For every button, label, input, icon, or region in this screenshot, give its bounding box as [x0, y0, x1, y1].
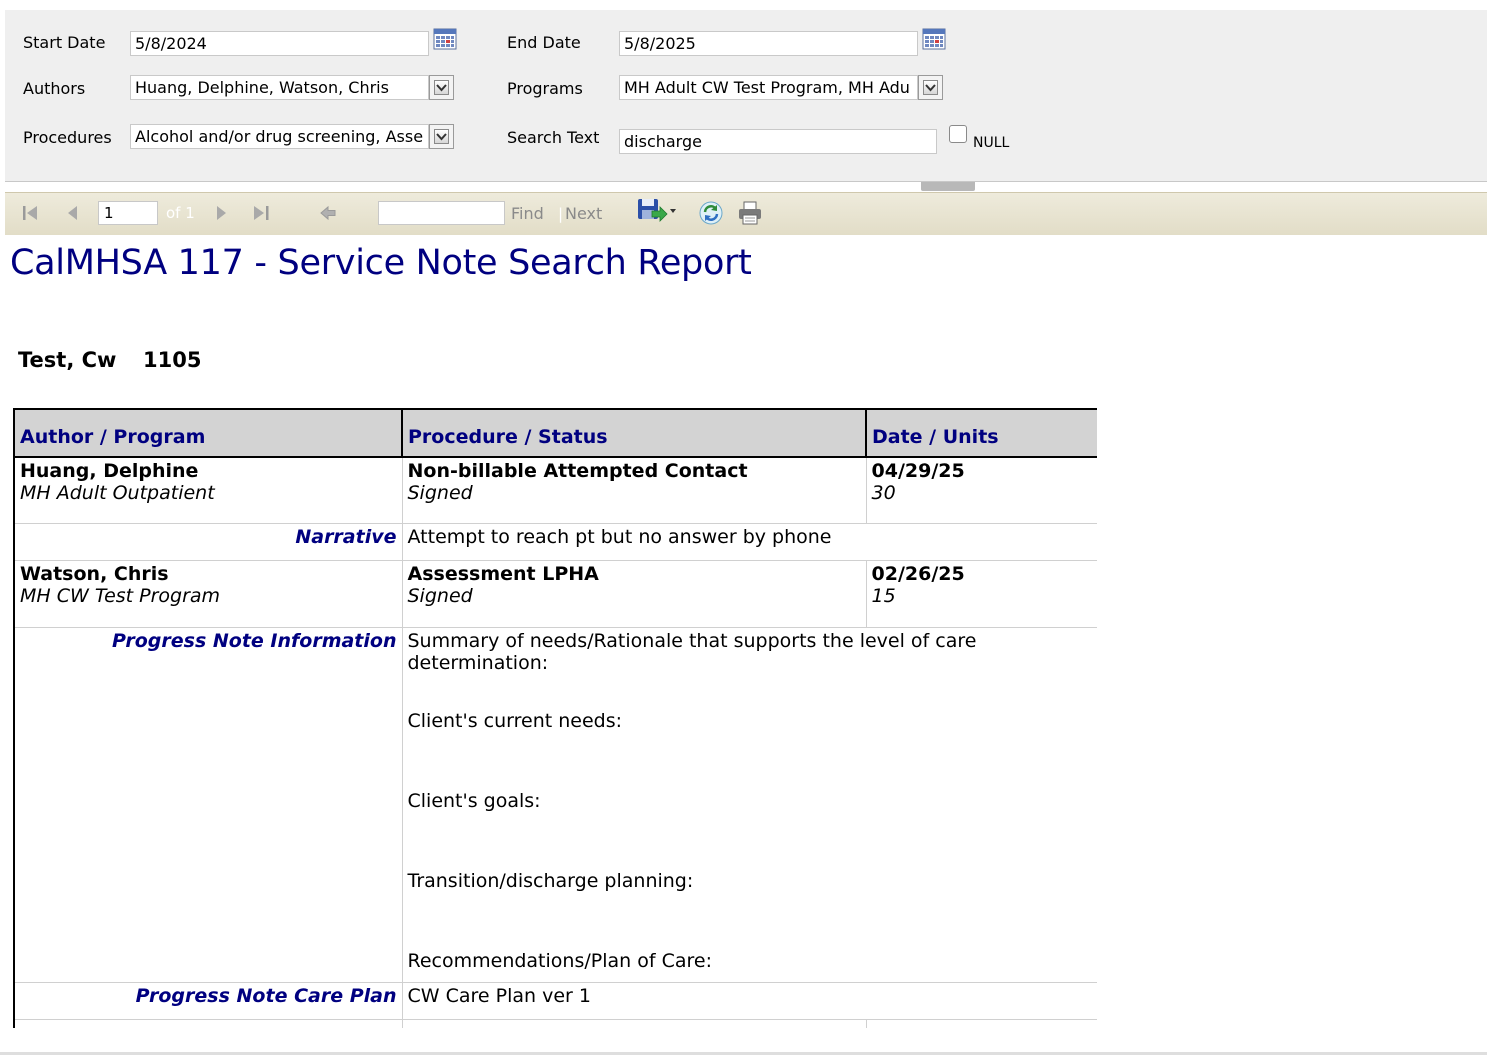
- page-count-label: of 1: [166, 204, 195, 222]
- pni-line: Client's goals:: [407, 789, 541, 812]
- date-units-cell: 04/29/25 30: [865, 456, 1097, 524]
- find-link[interactable]: Find: [511, 204, 544, 223]
- report-toolbar: 1 of 1 Find | Next: [5, 192, 1487, 235]
- note-date: 04/29/25: [871, 460, 965, 482]
- null-checkbox[interactable]: [949, 125, 967, 143]
- table-row: Progress Note Care Plan CW Care Plan ver…: [13, 981, 1097, 1020]
- procedures-dropdown-button[interactable]: [429, 124, 454, 149]
- table-row: Narrative Attempt to reach pt but no ans…: [13, 522, 1097, 561]
- page-number-input[interactable]: 1: [98, 201, 158, 225]
- programs-select[interactable]: MH Adult CW Test Program, MH Adu: [619, 75, 918, 100]
- program-name: MH Adult Outpatient: [20, 482, 215, 504]
- back-to-parent-icon[interactable]: [318, 204, 338, 222]
- pni-line: Summary of needs/Rationale that supports…: [407, 629, 977, 674]
- null-label: NULL: [973, 135, 1010, 151]
- toolbar-separator: |: [558, 205, 564, 223]
- procedure-name: Assessment LPHA: [407, 562, 599, 585]
- client-name: Test, Cw: [18, 348, 117, 372]
- table-row: Watson, Chris MH CW Test Program Assessm…: [13, 559, 1097, 628]
- program-name: MH CW Test Program: [20, 584, 221, 607]
- print-icon[interactable]: [737, 200, 763, 226]
- chevron-down-icon: [434, 80, 449, 95]
- table-row: [13, 1018, 1097, 1028]
- find-text-input[interactable]: [378, 201, 505, 225]
- next-page-icon[interactable]: [213, 204, 229, 222]
- authors-select[interactable]: Huang, Delphine, Watson, Chris: [130, 75, 429, 100]
- column-header-procedure-status: Procedure / Status: [401, 408, 867, 458]
- refresh-icon[interactable]: [698, 200, 724, 226]
- procedure-status-cell: Non-billable Attempted Contact Signed: [401, 456, 867, 524]
- progress-note-care-plan-label: Progress Note Care Plan: [13, 981, 403, 1020]
- start-date-label: Start Date: [23, 33, 106, 52]
- calendar-icon[interactable]: [433, 28, 457, 50]
- start-date-input[interactable]: 5/8/2024: [130, 31, 429, 56]
- table-row: Huang, Delphine MH Adult Outpatient Non-…: [13, 456, 1097, 524]
- author-name: Watson, Chris: [20, 562, 169, 585]
- column-header-author-program: Author / Program: [13, 408, 403, 458]
- authors-label: Authors: [23, 79, 86, 98]
- report-title: CalMHSA 117 - Service Note Search Report: [10, 243, 752, 283]
- partial-row-cell: [865, 1018, 1097, 1028]
- date-units-cell: 02/26/25 15: [865, 559, 1097, 628]
- narrative-label: Narrative: [13, 522, 403, 561]
- author-program-cell: Watson, Chris MH CW Test Program: [13, 559, 403, 628]
- programs-label: Programs: [507, 79, 583, 98]
- client-id: 1105: [143, 348, 202, 372]
- author-name: Huang, Delphine: [20, 460, 199, 482]
- search-text-input[interactable]: discharge: [619, 129, 937, 154]
- column-header-date-units: Date / Units: [865, 408, 1097, 458]
- partial-row-cell: [401, 1018, 867, 1028]
- chevron-down-icon: [923, 80, 938, 95]
- note-status: Signed: [407, 482, 473, 504]
- procedure-name: Non-billable Attempted Contact: [407, 460, 748, 482]
- procedures-label: Procedures: [23, 128, 112, 147]
- progress-note-care-plan-text: CW Care Plan ver 1: [401, 981, 1097, 1020]
- service-notes-table: Author / Program Procedure / Status Date…: [13, 408, 1097, 1028]
- pni-line: Client's current needs:: [407, 709, 623, 732]
- end-date-label: End Date: [507, 33, 581, 52]
- end-date-input[interactable]: 5/8/2025: [619, 31, 918, 56]
- parameter-panel: Start Date 5/8/2024 End Date 5/8/2025 Au…: [5, 10, 1487, 182]
- search-text-label: Search Text: [507, 128, 600, 147]
- export-save-icon[interactable]: [636, 197, 680, 225]
- last-page-icon[interactable]: [251, 204, 273, 222]
- progress-note-information-text: Summary of needs/Rationale that supports…: [401, 626, 1097, 983]
- programs-dropdown-button[interactable]: [918, 75, 943, 100]
- procedures-select[interactable]: Alcohol and/or drug screening, Asse: [130, 124, 429, 149]
- table-header-row: Author / Program Procedure / Status Date…: [13, 408, 1097, 458]
- find-next-link[interactable]: Next: [565, 204, 602, 223]
- note-units: 30: [871, 482, 896, 504]
- narrative-text: Attempt to reach pt but no answer by pho…: [401, 522, 1097, 561]
- partial-row-cell: [13, 1018, 403, 1028]
- pni-line: Transition/discharge planning:: [407, 869, 694, 892]
- pni-line: Recommendations/Plan of Care:: [407, 949, 712, 972]
- progress-note-information-label: Progress Note Information: [13, 626, 403, 983]
- chevron-down-icon: [434, 129, 449, 144]
- collapse-parameters-button[interactable]: [921, 182, 975, 195]
- note-units: 15: [871, 584, 896, 607]
- procedure-status-cell: Assessment LPHA Signed: [401, 559, 867, 628]
- note-status: Signed: [407, 584, 473, 607]
- previous-page-icon[interactable]: [65, 204, 81, 222]
- table-row: Progress Note Information Summary of nee…: [13, 626, 1097, 983]
- author-program-cell: Huang, Delphine MH Adult Outpatient: [13, 456, 403, 524]
- note-date: 02/26/25: [871, 562, 965, 585]
- authors-dropdown-button[interactable]: [429, 75, 454, 100]
- first-page-icon[interactable]: [21, 204, 41, 222]
- calendar-icon[interactable]: [922, 28, 946, 50]
